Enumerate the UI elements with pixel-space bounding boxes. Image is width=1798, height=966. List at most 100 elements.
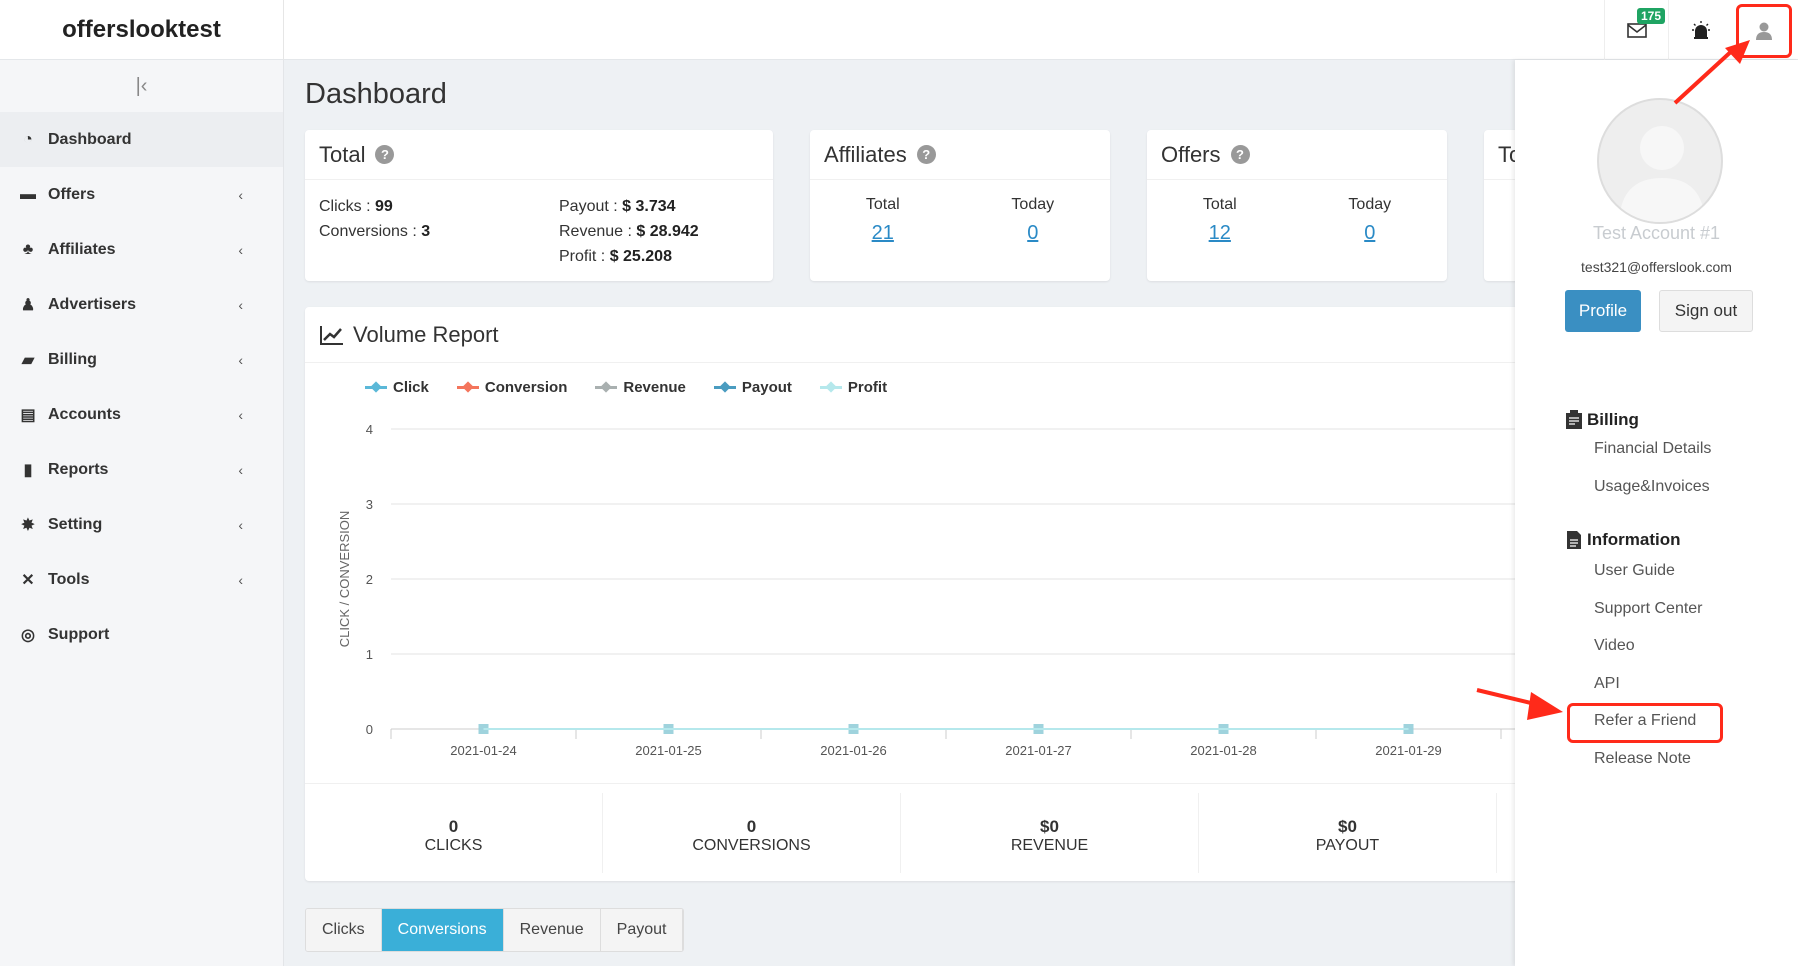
billing-icon [1566,410,1582,429]
legend-item-revenue[interactable]: Revenue [595,379,686,396]
help-icon[interactable]: ? [916,145,936,164]
page-title: Dashboard [305,78,447,110]
volume-chart: 0 1 2 3 4 CLICK / CONVERSION 2021-01-24 2021-01… [337,422,1515,758]
sidebar: |‹ ◔ Dashboard ▬ Offers ‹ ♣ Affiliates ‹ ♟ Advert… [0,60,284,966]
chart-legend: Click Conversion Revenue Payout Profit [365,379,887,396]
sidebar-item-offers[interactable]: ▬ Offers ‹ [0,167,283,222]
chevron-left-icon: ‹ [238,406,243,423]
profile-button[interactable]: Profile [1565,290,1641,332]
affiliates-total-link[interactable]: 21 [866,222,900,245]
legend-marker [713,386,736,389]
affiliates-card-title: Affiliates [824,141,907,167]
avatar [1597,98,1723,224]
y-axis-label: CLICK / CONVERSION [337,511,352,648]
alarm-button[interactable] [1668,0,1732,60]
tab-clicks[interactable]: Clicks [306,909,382,951]
x-tick-label: 2021-01-27 [1005,743,1072,758]
y-tick-label: 3 [366,497,373,512]
y-tick-label: 4 [366,422,373,437]
volume-report-card: Volume Report Click Conversion Revenue Payo… [305,307,1515,881]
sidebar-item-label: Advertisers [48,295,137,313]
information-section-header: Information [1565,530,1681,550]
sidebar-item-setting[interactable]: ✸ Setting ‹ [0,497,283,552]
sidebar-item-label: Setting [48,515,103,533]
total-revenue: Revenue : $ 28.942 [559,223,699,240]
info-link-support-center[interactable]: Support Center [1594,600,1703,618]
offers-card-title: Offers [1161,141,1221,167]
billing-link-financial-details[interactable]: Financial Details [1594,440,1711,458]
sidebar-item-label: Dashboard [48,130,132,148]
legend-item-payout[interactable]: Payout [713,379,792,396]
default-avatar-icon [1619,126,1705,222]
legend-label: Conversion [484,379,568,396]
sidebar-item-label: Offers [48,185,96,203]
stat-label: Today [1348,196,1392,213]
sidebar-item-affiliates[interactable]: ♣ Affiliates ‹ [0,222,283,277]
total-conversions: Conversions : 3 [319,223,431,240]
legend-item-click[interactable]: Click [365,379,429,396]
brand-logo[interactable]: offerslooktest [0,0,284,60]
sidebar-item-reports[interactable]: ▮ Reports ‹ [0,442,283,497]
sidebar-item-support[interactable]: ◎ Support [0,607,283,662]
collapse-sidebar-button[interactable]: |‹ [0,60,283,112]
data-point-profit [1218,724,1229,734]
summary-label: PAYOUT [1315,837,1380,854]
help-icon[interactable]: ? [375,145,395,164]
sign-out-button[interactable]: Sign out [1659,290,1753,332]
legend-marker [595,386,618,389]
sidebar-item-tools[interactable]: ✕ Tools ‹ [0,552,283,607]
legend-item-profit[interactable]: Profit [819,379,887,396]
chevron-left-icon: ‹ [238,241,243,258]
summary-value: $0 [1040,817,1059,836]
x-tick-label: 2021-01-25 [635,743,702,758]
affiliates-today-link[interactable]: 0 [1011,222,1054,245]
sidebar-item-dashboard[interactable]: ◔ Dashboard [0,112,283,167]
user-menu-button[interactable] [1736,4,1792,58]
legend-marker [819,386,842,389]
summary-clicks: 0 CLICKS [305,793,603,873]
sidebar-item-advertisers[interactable]: ♟ Advertisers ‹ [0,277,283,332]
header-icons: 175 [1604,0,1798,60]
mail-icon [1626,23,1647,38]
data-point-profit [1403,724,1414,734]
offers-total-link[interactable]: 12 [1203,222,1237,245]
chevron-left-icon: ‹ [238,571,243,588]
x-tick-label: 2021-01-29 [1375,743,1442,758]
data-point-profit [663,724,674,734]
chevron-left-icon: ‹ [238,516,243,533]
main-content: Dashboard Total? Clicks : 99 Conversions… [285,60,1515,966]
tab-payout[interactable]: Payout [600,909,684,951]
sidebar-item-label: Reports [48,460,109,478]
lifebuoy-icon: ◎ [21,626,35,644]
info-link-release-note[interactable]: Release Note [1594,750,1691,768]
offers-today-link[interactable]: 0 [1348,222,1391,245]
sidebar-item-accounts[interactable]: ▤ Accounts ‹ [0,387,283,442]
x-tick-label: 2021-01-28 [1190,743,1257,758]
account-name: Test Account #1 [1592,223,1721,243]
summary-label: CLICKS [424,837,483,854]
fourth-card: To [1484,130,1515,281]
sidebar-item-label: Billing [48,350,97,368]
advertiser-icon: ♟ [20,296,36,314]
chevron-left-icon: ‹ [238,296,243,313]
info-link-video[interactable]: Video [1594,637,1635,655]
billing-link-usage-invoices[interactable]: Usage&Invoices [1594,478,1710,496]
gear-icon: ✸ [21,516,35,534]
legend-item-conversion[interactable]: Conversion [456,379,568,396]
summary-revenue: $0 REVENUE [901,793,1199,873]
mail-badge: 175 [1637,8,1666,24]
tab-revenue[interactable]: Revenue [503,909,601,951]
summary-value: $0 [1338,817,1357,836]
chevron-left-icon: ‹ [238,351,243,368]
billing-section-header: Billing [1565,410,1639,430]
stat-label: Today [1011,196,1055,213]
info-link-api[interactable]: API [1594,675,1620,693]
info-link-user-guide[interactable]: User Guide [1594,562,1675,580]
help-icon[interactable]: ? [1230,145,1250,164]
info-link-refer-a-friend[interactable]: Refer a Friend [1594,712,1696,730]
sitemap-icon: ♣ [22,240,34,258]
tab-conversions[interactable]: Conversions [381,909,504,951]
mail-button[interactable]: 175 [1604,0,1668,60]
sidebar-item-billing[interactable]: ▰ Billing ‹ [0,332,283,387]
data-point-profit [848,724,859,734]
